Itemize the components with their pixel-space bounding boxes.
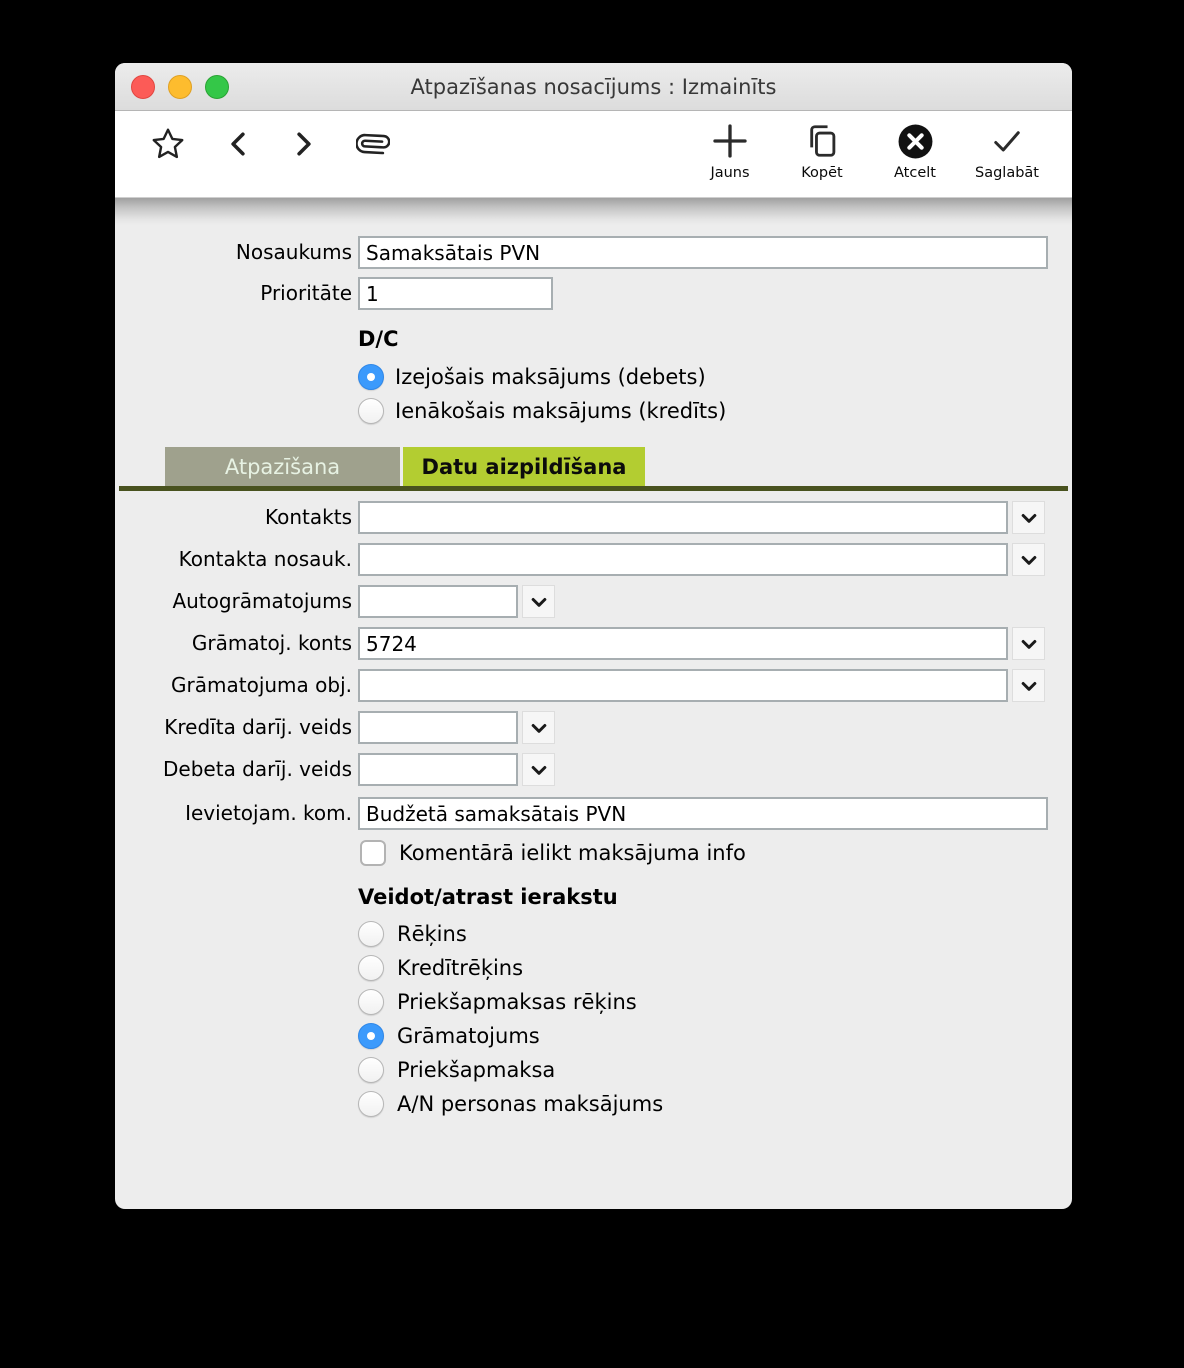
radio-prepayment-invoice-label: Priekšapmaksas rēķins — [397, 989, 637, 1015]
transaction-account-input[interactable] — [358, 627, 1008, 660]
debit-txn-type-field-label: Debeta darīj. veids — [115, 753, 352, 786]
radio-transaction[interactable] — [358, 1023, 384, 1049]
contact-input[interactable] — [358, 501, 1008, 534]
transaction-account-field-label: Grāmatoj. konts — [115, 627, 352, 660]
app-window: Atpazīšanas nosacījums : Izmainīts — [115, 63, 1072, 1209]
credit-txn-type-dropdown-button[interactable] — [522, 711, 555, 744]
cancel-icon — [870, 119, 960, 163]
transaction-object-field-label: Grāmatojuma obj. — [115, 669, 352, 702]
priority-field-label: Prioritāte — [115, 277, 352, 310]
debit-txn-type-input[interactable] — [358, 753, 518, 786]
radio-incoming-payment[interactable] — [358, 398, 384, 424]
debit-txn-type-dropdown-button[interactable] — [522, 753, 555, 786]
comment-payment-info-label: Komentārā ielikt maksājuma info — [399, 840, 746, 866]
autotransaction-input[interactable] — [358, 585, 518, 618]
save-button[interactable]: Saglabāt — [962, 119, 1052, 181]
radio-prepayment-invoice[interactable] — [358, 989, 384, 1015]
radio-credit-invoice-label: Kredītrēķins — [397, 955, 523, 981]
contact-name-field-label: Kontakta nosauk. — [115, 543, 352, 576]
radio-outgoing-payment-label: Izejošais maksājums (debets) — [395, 364, 706, 390]
copy-record-label: Kopēt — [777, 165, 867, 181]
tab-datu-aizpildisana-label: Datu aizpildīšana — [422, 455, 627, 479]
credit-txn-type-input[interactable] — [358, 711, 518, 744]
contact-dropdown-button[interactable] — [1012, 501, 1045, 534]
cancel-label: Atcelt — [870, 165, 960, 181]
radio-prepayment[interactable] — [358, 1057, 384, 1083]
radio-invoice-label: Rēķins — [397, 921, 467, 947]
autotransaction-dropdown-button[interactable] — [522, 585, 555, 618]
forward-icon[interactable] — [289, 111, 319, 177]
tab-atpazisana-label: Atpazīšana — [225, 455, 340, 479]
contact-name-dropdown-button[interactable] — [1012, 543, 1045, 576]
favorite-star-icon[interactable] — [149, 111, 187, 177]
radio-an-person-payment-label: A/N personas maksājums — [397, 1091, 663, 1117]
new-record-button[interactable]: Jauns — [685, 119, 775, 181]
transaction-object-input[interactable] — [358, 669, 1008, 702]
transaction-object-dropdown-button[interactable] — [1012, 669, 1045, 702]
toolbar-divider — [115, 197, 1072, 225]
plus-icon — [685, 119, 775, 163]
name-field-label: Nosaukums — [115, 236, 352, 269]
save-label: Saglabāt — [962, 165, 1052, 181]
tab-underline — [119, 486, 1068, 491]
title-bar[interactable]: Atpazīšanas nosacījums : Izmainīts — [115, 63, 1072, 111]
contact-name-input[interactable] — [358, 543, 1008, 576]
contact-field-label: Kontakts — [115, 501, 352, 534]
cancel-button[interactable]: Atcelt — [870, 119, 960, 181]
name-input[interactable] — [358, 236, 1048, 269]
transaction-account-dropdown-button[interactable] — [1012, 627, 1045, 660]
radio-outgoing-payment[interactable] — [358, 364, 384, 390]
autotransaction-field-label: Autogrāmatojums — [115, 585, 352, 618]
radio-invoice[interactable] — [358, 921, 384, 947]
copy-icon — [777, 119, 867, 163]
comment-payment-info-checkbox[interactable] — [360, 840, 386, 866]
tab-datu-aizpildisana[interactable]: Datu aizpildīšana — [403, 447, 645, 486]
radio-transaction-label: Grāmatojums — [397, 1023, 540, 1049]
window-title: Atpazīšanas nosacījums : Izmainīts — [115, 63, 1072, 110]
toolbar: Jauns Kopēt Atcelt — [115, 111, 1072, 197]
back-icon[interactable] — [223, 111, 253, 177]
radio-prepayment-label: Priekšapmaksa — [397, 1057, 555, 1083]
check-icon — [962, 119, 1052, 163]
insert-comment-field-label: Ievietojam. kom. — [115, 797, 352, 830]
radio-an-person-payment[interactable] — [358, 1091, 384, 1117]
tab-atpazisana[interactable]: Atpazīšana — [165, 447, 400, 486]
credit-txn-type-field-label: Kredīta darīj. veids — [115, 711, 352, 744]
radio-incoming-payment-label: Ienākošais maksājums (kredīts) — [395, 398, 726, 424]
radio-credit-invoice[interactable] — [358, 955, 384, 981]
dc-group-heading: D/C — [358, 327, 399, 351]
copy-record-button[interactable]: Kopēt — [777, 119, 867, 181]
insert-comment-input[interactable] — [358, 797, 1048, 830]
record-group-heading: Veidot/atrast ierakstu — [358, 885, 618, 909]
new-record-label: Jauns — [685, 165, 775, 181]
priority-input[interactable] — [358, 277, 553, 310]
attachment-paperclip-icon[interactable] — [353, 111, 393, 177]
